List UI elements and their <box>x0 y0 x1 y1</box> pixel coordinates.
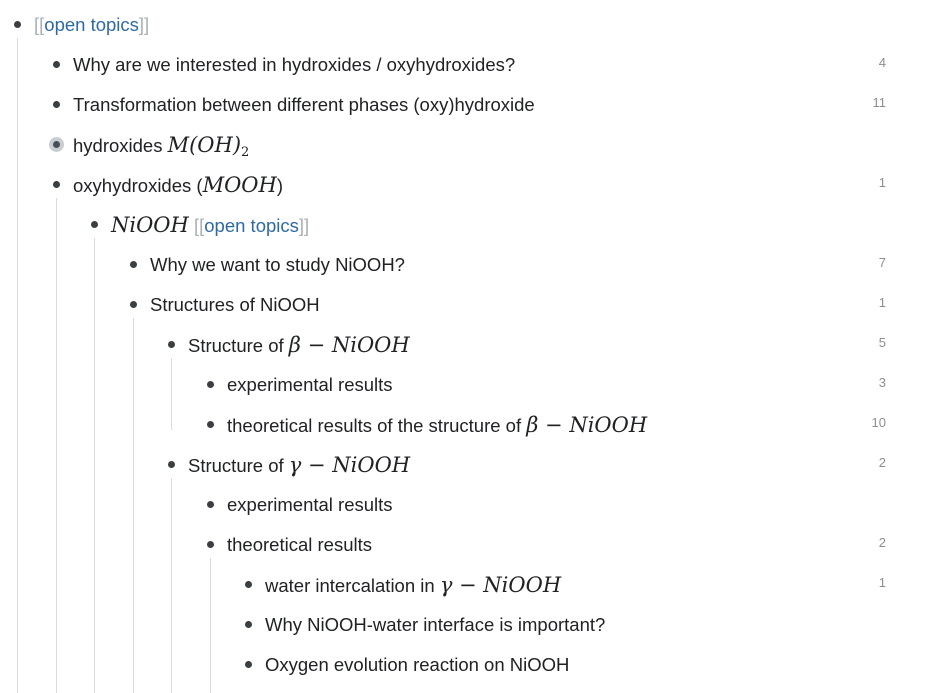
bullet-icon[interactable] <box>91 221 98 228</box>
reference-count[interactable]: 11 <box>873 95 887 110</box>
reference-count[interactable]: 2 <box>879 455 886 470</box>
outline-item-text[interactable]: experimental results <box>227 373 393 397</box>
bullet-icon[interactable] <box>53 181 60 188</box>
bullet-icon[interactable] <box>207 541 214 548</box>
outline-row[interactable]: water intercalation in γ − NiOOH 1 <box>0 568 932 602</box>
item-text-segment: water intercalation in <box>265 575 440 596</box>
outline-item-text[interactable]: Structures of NiOOH <box>150 293 320 317</box>
outline-row[interactable]: experimental results 3 <box>0 368 932 402</box>
bullet-icon[interactable] <box>168 461 175 468</box>
math-formula: NiOOH <box>111 213 189 237</box>
reference-count[interactable]: 4 <box>879 55 886 70</box>
bullet-icon[interactable] <box>14 21 21 28</box>
outline-tree: [[open topics]] Why are we interested in … <box>0 0 932 693</box>
outline-row[interactable]: theoretical results 2 <box>0 528 932 562</box>
outline-row[interactable]: Oxygen evolution reaction on NiOOH <box>0 648 932 682</box>
outline-row[interactable]: Why are we interested in hydroxides / ox… <box>0 48 932 82</box>
reference-count[interactable]: 1 <box>879 575 886 590</box>
outline-item-text[interactable]: Why we want to study NiOOH? <box>150 253 405 277</box>
item-text-segment: Why we want to study NiOOH? <box>150 254 405 275</box>
math-formula: β − NiOOH <box>288 333 410 357</box>
math-subscript: 2 <box>241 145 250 160</box>
bullet-icon[interactable] <box>245 661 252 668</box>
outline-row[interactable]: Structure of β − NiOOH 5 <box>0 328 932 362</box>
bullet-icon[interactable] <box>245 621 252 628</box>
outline-item-text[interactable]: [[open topics]] <box>34 13 149 37</box>
outline-item-text[interactable]: Oxygen evolution reaction on NiOOH <box>265 653 569 677</box>
outline-row[interactable]: Transformation between different phases … <box>0 88 932 122</box>
outline-row[interactable]: oxyhydroxides (MOOH) 1 <box>0 168 932 202</box>
outline-item-text[interactable]: oxyhydroxides (MOOH) <box>73 173 283 198</box>
bullet-icon[interactable] <box>130 301 137 308</box>
outline-row[interactable]: hydroxides M(OH)2 <box>0 128 932 162</box>
math-formula: β − NiOOH <box>526 413 648 437</box>
outline-item-text[interactable]: Structure of γ − NiOOH <box>188 453 410 478</box>
outline-item-text[interactable]: water intercalation in γ − NiOOH <box>265 573 561 598</box>
reference-count[interactable]: 7 <box>879 255 886 270</box>
outline-row[interactable]: Structure of γ − NiOOH 2 <box>0 448 932 482</box>
item-text-segment: theoretical results of the structure of <box>227 415 527 436</box>
outline-row[interactable]: NiOOH [[open topics]] <box>0 208 932 242</box>
item-text-segment: Structures of NiOOH <box>150 294 320 315</box>
outline-item-text[interactable]: theoretical results <box>227 533 372 557</box>
item-text-segment: Why NiOOH-water interface is important? <box>265 614 606 635</box>
link-bracket: ]] <box>138 14 150 35</box>
outline-item-text[interactable]: Structure of β − NiOOH <box>188 333 410 358</box>
outline-row[interactable]: [[open topics]] <box>0 8 932 42</box>
item-text-segment: Transformation between different phases … <box>73 94 535 115</box>
outline-item-text[interactable]: theoretical results of the structure of … <box>227 413 647 438</box>
math-formula: γ − NiOOH <box>288 453 411 477</box>
link-bracket: [[ <box>34 14 45 35</box>
reference-count[interactable]: 2 <box>879 535 886 550</box>
outline-item-text[interactable]: experimental results <box>227 493 393 517</box>
item-text-segment: theoretical results <box>227 534 372 555</box>
outline-item-text[interactable]: Transformation between different phases … <box>73 93 535 117</box>
item-text-segment: hydroxides <box>73 135 168 156</box>
bullet-icon[interactable] <box>207 421 214 428</box>
item-text-segment: oxyhydroxides ( <box>73 175 203 196</box>
item-text-segment: Oxygen evolution reaction on NiOOH <box>265 654 570 675</box>
bullet-icon[interactable] <box>207 381 214 388</box>
link-bracket: ]] <box>298 215 310 236</box>
page-link[interactable]: open topics <box>204 215 299 236</box>
item-text-segment: Structure of <box>188 455 289 476</box>
outline-item-text[interactable]: Why are we interested in hydroxides / ox… <box>73 53 515 77</box>
outline-row[interactable]: theoretical results of the structure of … <box>0 408 932 442</box>
math-formula: γ − NiOOH <box>439 573 562 597</box>
bullet-icon[interactable] <box>53 101 60 108</box>
bullet-icon[interactable] <box>168 341 175 348</box>
outline-row[interactable]: experimental results <box>0 488 932 522</box>
reference-count[interactable]: 5 <box>879 335 886 350</box>
reference-count[interactable]: 10 <box>872 415 886 430</box>
reference-count[interactable]: 1 <box>879 175 886 190</box>
bullet-icon[interactable] <box>130 261 137 268</box>
bullet-icon[interactable] <box>245 581 252 588</box>
reference-count[interactable]: 3 <box>879 375 886 390</box>
bullet-icon[interactable] <box>53 61 60 68</box>
collapsed-bullet-icon[interactable] <box>53 141 60 148</box>
outline-row[interactable]: Structures of NiOOH 1 <box>0 288 932 322</box>
item-text-segment: experimental results <box>227 494 393 515</box>
outline-row[interactable]: Why we want to study NiOOH? 7 <box>0 248 932 282</box>
link-bracket: [[ <box>193 215 205 236</box>
item-text-segment: experimental results <box>227 374 393 395</box>
item-text-segment: ) <box>276 175 283 196</box>
outline-item-text[interactable]: Why NiOOH-water interface is important? <box>265 613 605 637</box>
bullet-icon[interactable] <box>207 501 214 508</box>
outline-item-text[interactable]: NiOOH [[open topics]] <box>111 213 309 238</box>
item-text-segment: Why are we interested in hydroxides / ox… <box>73 54 516 75</box>
outline-row[interactable]: Why NiOOH-water interface is important? <box>0 608 932 642</box>
math-formula: MOOH <box>202 173 277 197</box>
outline-item-text[interactable]: hydroxides M(OH)2 <box>73 133 249 165</box>
math-formula: M(OH)2 <box>167 133 250 160</box>
reference-count[interactable]: 1 <box>879 295 886 310</box>
item-text-segment: Structure of <box>188 335 289 356</box>
page-link[interactable]: open topics <box>44 14 139 35</box>
